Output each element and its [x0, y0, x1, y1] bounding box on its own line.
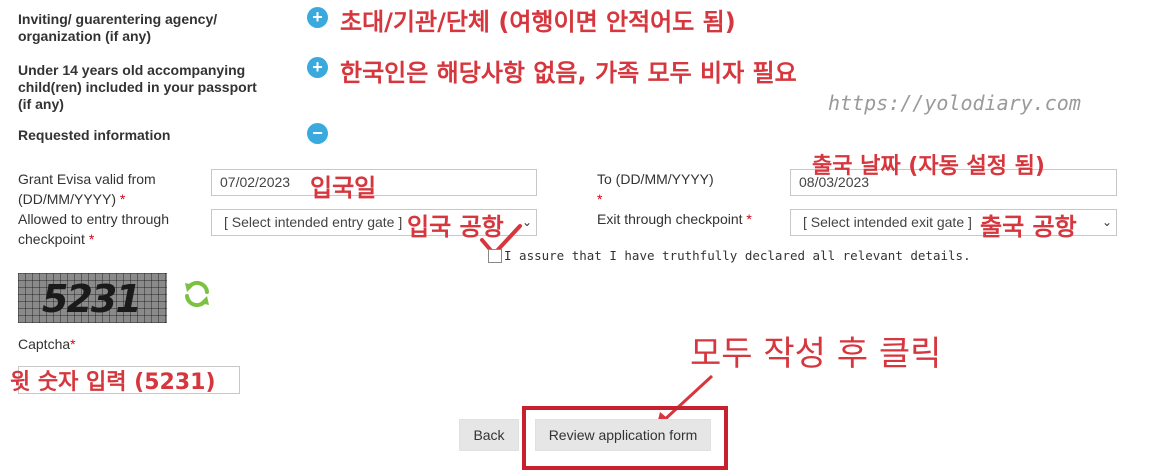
required-mark: * [119, 191, 126, 207]
requested-info-label: Requested information [18, 127, 171, 143]
exit-gate-text: Exit through checkpoint [597, 211, 743, 227]
expand-children-plus-icon[interactable]: + [307, 57, 328, 78]
required-mark: * [88, 231, 95, 247]
captcha-image: 5231 [18, 273, 167, 323]
entry-gate-label: Allowed to entry through checkpoint * [18, 209, 198, 249]
grant-from-text: Grant Evisa valid from (DD/MM/YYYY) [18, 171, 156, 207]
annotation-entry-date: 입국일 [310, 174, 377, 202]
children-label: Under 14 years old accompanying child(re… [18, 62, 257, 112]
watermark: https://yolodiary.com [828, 91, 1081, 115]
captcha-label-text: Captcha [18, 336, 71, 352]
annotation-exit-gate: 출국 공항 [980, 213, 1077, 241]
collapse-requested-minus-icon[interactable]: − [307, 123, 328, 144]
annotation-inviting: 초대/기관/단체 (여행이면 안적어도 됨) [340, 8, 736, 36]
back-button[interactable]: Back [459, 419, 519, 451]
to-label: To (DD/MM/YYYY) * [597, 169, 717, 209]
annotation-captcha: 윗 숫자 입력 (5231) [10, 370, 216, 395]
required-mark: * [597, 191, 603, 207]
captcha-digits: 5231 [42, 277, 142, 321]
expand-inviting-plus-icon[interactable]: + [307, 7, 328, 28]
grant-from-label: Grant Evisa valid from (DD/MM/YYYY) * [18, 169, 198, 209]
required-mark: * [746, 211, 752, 227]
assure-checkbox[interactable] [488, 249, 502, 263]
assure-label: I assure that I have truthfully declared… [504, 248, 971, 263]
annotation-exit-date: 출국 날짜 (자동 설정 됨) [812, 154, 1045, 179]
annotation-click: 모두 작성 후 클릭 [690, 334, 942, 374]
exit-gate-label: Exit through checkpoint * [597, 209, 752, 229]
refresh-captcha-icon[interactable] [181, 279, 213, 309]
required-mark: * [70, 336, 76, 352]
review-application-button[interactable]: Review application form [535, 419, 711, 451]
entry-gate-value: [ Select intended entry gate ] [224, 214, 403, 230]
annotation-children: 한국인은 해당사항 없음, 가족 모두 비자 필요 [340, 59, 797, 87]
to-text: To (DD/MM/YYYY) [597, 171, 714, 187]
inviting-agency-label: Inviting/ guarentering agency/ organizat… [18, 11, 218, 44]
chevron-down-icon: ⌄ [1101, 215, 1112, 229]
captcha-label: Captcha* [18, 336, 76, 353]
exit-gate-value: [ Select intended exit gate ] [803, 214, 972, 230]
